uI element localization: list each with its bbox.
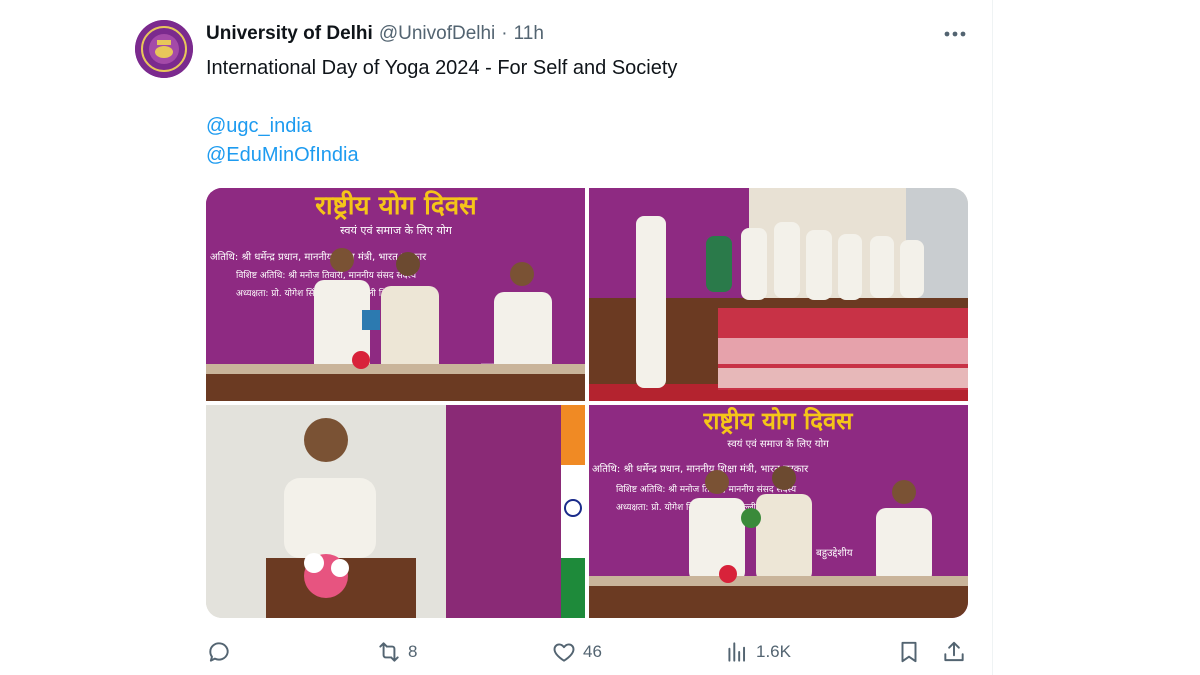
mention-link[interactable]: @EduMinOfIndia [206,141,677,170]
banner-title: राष्ट्रीय योग दिवस [314,190,478,221]
banner-line: अतिथि: श्री धर्मेन्द्र प्रधान, माननीय शि… [210,251,427,263]
reply-button[interactable] [206,636,238,668]
banner-title: राष्ट्रीय योग दिवस [702,407,853,435]
tweet-header: University of Delhi @UnivofDelhi · 11h [206,22,544,46]
bookmark-icon [901,641,917,663]
mention-link[interactable]: @ugc_india [206,112,677,141]
share-button[interactable] [941,636,967,668]
banner-subtitle: स्वयं एवं समाज के लिए योग [340,224,453,237]
university-logo-icon [135,20,193,78]
banner-line: विशिष्ट अतिथि: श्री मनोज तिवारी, माननीय … [236,269,417,281]
heart-icon [553,643,575,662]
author-handle[interactable]: @UnivofDelhi [379,23,495,45]
banner-footer: बहुउद्देशीय [816,547,853,560]
banner-subtitle: स्वयं एवं समाज के लिए योग [727,438,829,450]
reply-icon [209,642,229,662]
photo-3[interactable] [206,405,585,618]
retweet-count: 8 [408,642,418,661]
tweet-card[interactable]: University of Delhi @UnivofDelhi · 11h I… [0,0,992,675]
media-grid[interactable]: राष्ट्रीय योग दिवस स्वयं एवं समाज के लिए… [206,188,968,618]
timestamp[interactable]: 11h [514,23,544,45]
more-options-button[interactable] [940,22,970,46]
tweet-actions: 8 46 1.6K [206,636,970,668]
share-icon [944,641,964,662]
retweet-icon [379,642,399,662]
like-count: 46 [583,642,602,661]
views-count: 1.6K [756,642,791,661]
avatar[interactable] [135,20,193,78]
author-name[interactable]: University of Delhi [206,23,373,45]
separator-dot: · [501,23,508,44]
tweet-text: International Day of Yoga 2024 - For Sel… [206,54,677,170]
more-horizontal-icon [944,31,966,37]
bookmark-button[interactable] [896,636,922,668]
column-divider [992,0,993,675]
photo-4[interactable]: राष्ट्रीय योग दिवस स्वयं एवं समाज के लिए… [589,405,968,618]
views-icon [728,642,746,662]
like-button[interactable]: 46 [551,636,602,668]
photo-1[interactable]: राष्ट्रीय योग दिवस स्वयं एवं समाज के लिए… [206,188,585,401]
views-button[interactable]: 1.6K [724,636,791,668]
tweet-body: International Day of Yoga 2024 - For Sel… [206,57,678,79]
retweet-button[interactable]: 8 [376,636,417,668]
photo-2[interactable] [589,188,968,401]
